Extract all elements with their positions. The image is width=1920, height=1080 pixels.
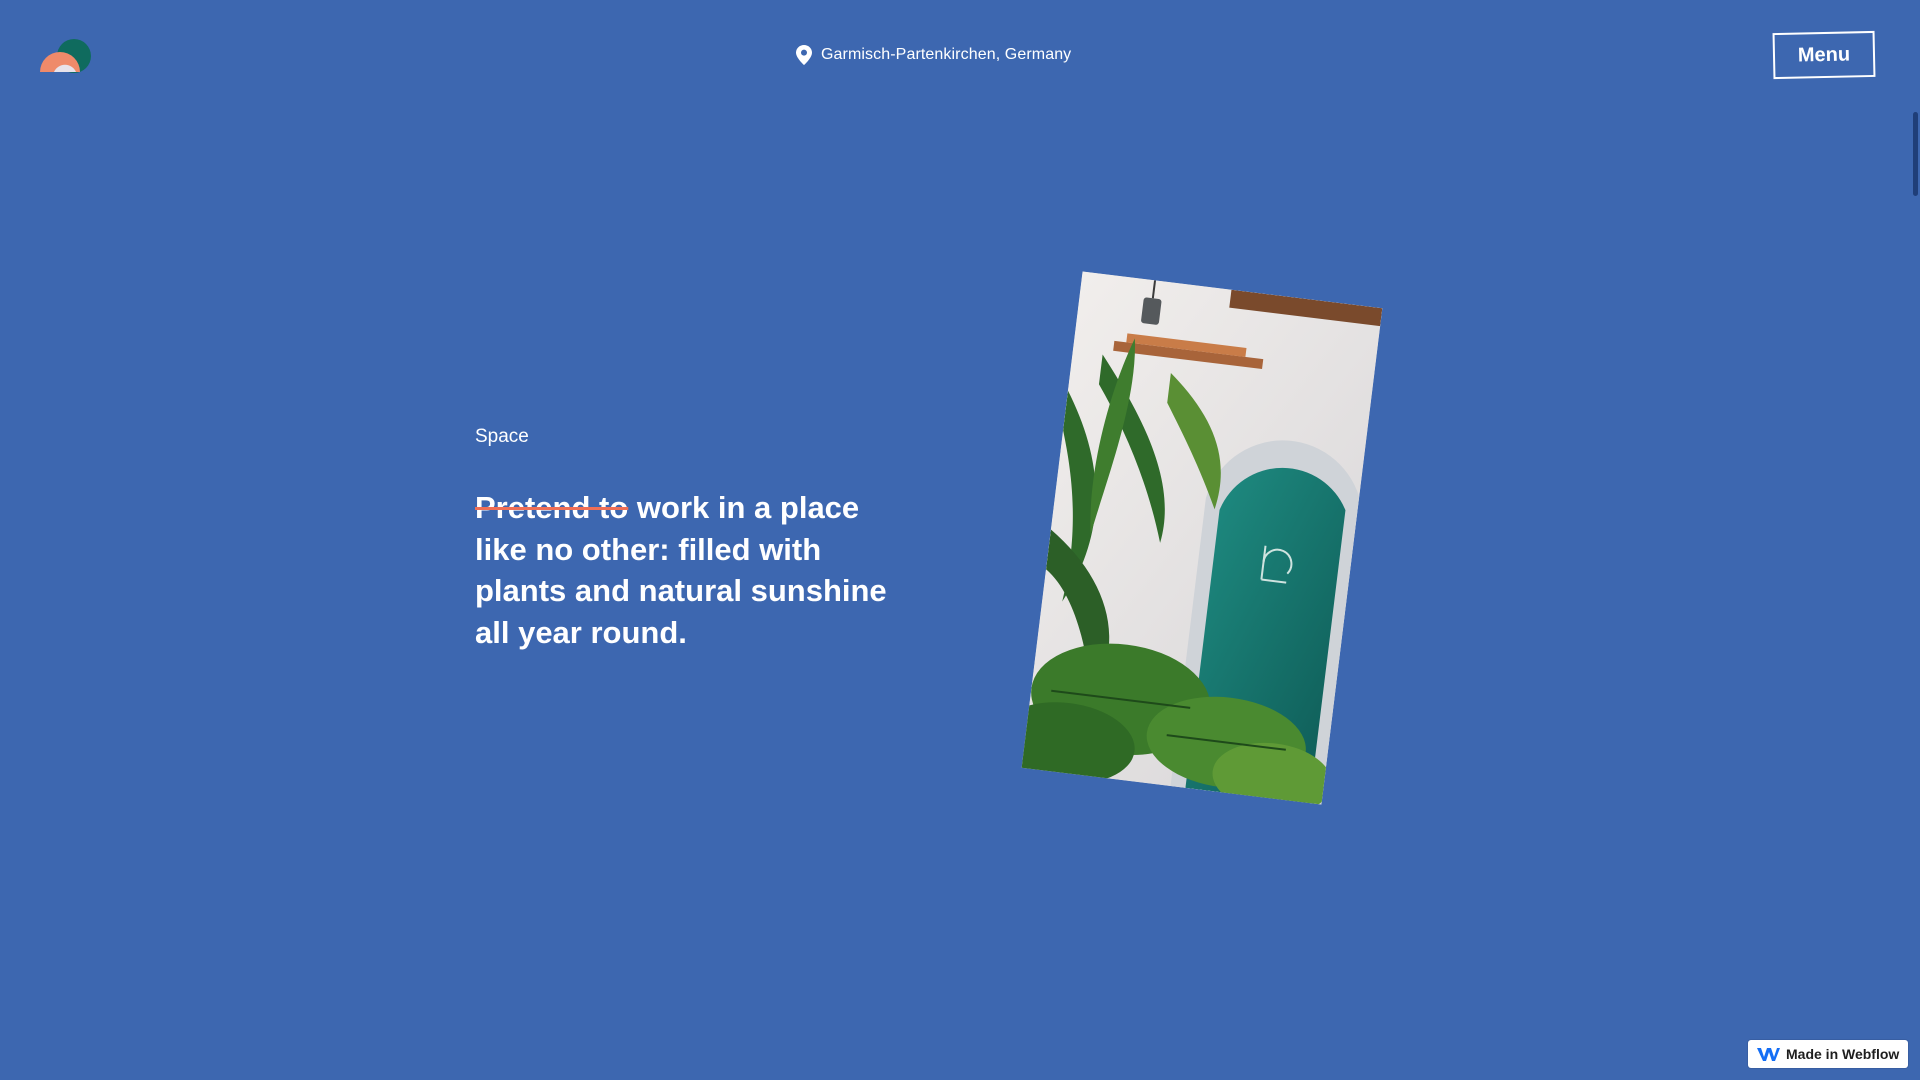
location-text: Garmisch-Partenkirchen, Germany [821, 46, 1072, 63]
location: Garmisch-Partenkirchen, Germany [796, 45, 1071, 65]
badge-label: Made in Webflow [1786, 1046, 1900, 1062]
menu-button[interactable]: Menu [1772, 30, 1876, 80]
scrollbar-thumb[interactable] [1913, 112, 1918, 196]
made-in-webflow-badge[interactable]: Made in Webflow [1748, 1040, 1908, 1068]
brand-logo[interactable] [38, 38, 94, 74]
space-illustration [1021, 271, 1383, 805]
webflow-logo-icon [1757, 1048, 1780, 1061]
struck-text: Pretend to [475, 490, 629, 525]
space-photo [1021, 271, 1383, 805]
hero-headline: Pretend to work in a place like no other… [475, 487, 915, 653]
section-label: Space [475, 426, 529, 447]
logo-icon [40, 39, 91, 73]
page: Garmisch-Partenkirchen, Germany Menu Spa… [0, 0, 1920, 1080]
map-pin-icon [796, 45, 812, 65]
